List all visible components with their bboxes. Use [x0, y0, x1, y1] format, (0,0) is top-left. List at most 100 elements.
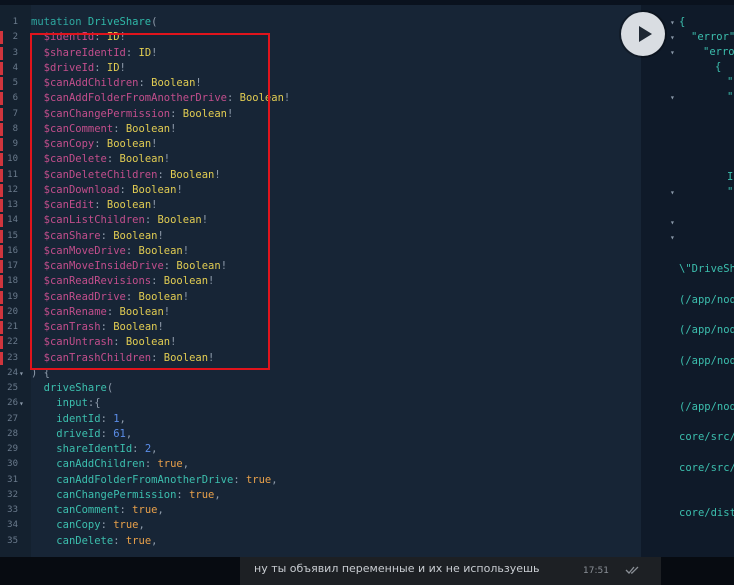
- code-line[interactable]: 31 canAddFolderFromAnotherDrive: true,: [0, 473, 641, 488]
- code-line[interactable]: 3 $shareIdentId: ID!: [0, 46, 641, 61]
- code-line[interactable]: 12 $canDownload: Boolean!: [0, 183, 641, 198]
- code-text: canCopy: true,: [31, 518, 145, 533]
- code-line[interactable]: 29 shareIdentId: 2,: [0, 442, 641, 457]
- code-line[interactable]: 10 $canDelete: Boolean!: [0, 152, 641, 167]
- code-line[interactable]: 2 $identId: ID!: [0, 30, 641, 45]
- code-line[interactable]: 19 $canReadDrive: Boolean!: [0, 290, 641, 305]
- code-line[interactable]: 11 $canDeleteChildren: Boolean!: [0, 168, 641, 183]
- code-token: ,: [125, 427, 133, 440]
- code-line[interactable]: 14 $canListChildren: Boolean!: [0, 213, 641, 228]
- code-line[interactable]: 27 identId: 1,: [0, 412, 641, 427]
- result-fold-icon[interactable]: ▾: [670, 215, 675, 230]
- code-line[interactable]: 15 $canShare: Boolean!: [0, 229, 641, 244]
- code-line[interactable]: 25 driveShare(: [0, 381, 641, 396]
- code-text: canChangePermission: true,: [31, 488, 220, 503]
- code-token: ID: [106, 61, 120, 74]
- code-text: canAddChildren: true,: [31, 457, 189, 472]
- results-panel[interactable]: ▾{▾ "error" ▾ "erro{" ▾ " I ▾ " ▾ ▾ \"DriveSh (/app/…: [641, 5, 734, 557]
- chat-message-bubble[interactable]: ну ты объявил переменные и их не использ…: [240, 557, 661, 585]
- line-number: 16: [7, 245, 18, 256]
- code-token: driveShare: [43, 382, 107, 394]
- result-text: {: [679, 16, 686, 28]
- code-token: Boolean: [163, 275, 209, 288]
- code-token: true: [189, 488, 215, 501]
- code-line[interactable]: 30 canAddChildren: true,: [0, 457, 641, 472]
- code-line[interactable]: 6 $canAddFolderFromAnotherDrive: Boolean…: [0, 91, 641, 106]
- result-fold-icon[interactable]: ▾: [670, 45, 675, 60]
- code-line[interactable]: 35 canDelete: true,: [0, 534, 641, 549]
- line-number: 27: [7, 413, 18, 424]
- code-line[interactable]: 13 $canEdit: Boolean!: [0, 198, 641, 213]
- result-text: core/dist: [679, 507, 734, 519]
- code-token: $canReadRevisions: [43, 275, 152, 288]
- code-token: !: [214, 168, 221, 181]
- line-number: 25: [7, 383, 18, 393]
- result-line: (/app/nod: [641, 293, 734, 308]
- result-fold-icon[interactable]: ▾: [670, 30, 675, 45]
- result-text: ": [727, 186, 734, 198]
- code-text: identId: 1,: [31, 412, 126, 427]
- run-query-button[interactable]: [621, 12, 665, 56]
- code-line[interactable]: 8 $canComment: Boolean!: [0, 122, 641, 137]
- code-line[interactable]: 17 $canMoveInsideDrive: Boolean!: [0, 259, 641, 274]
- code-token: mutation: [31, 16, 88, 28]
- line-number: 22: [7, 337, 18, 348]
- code-text: $driveId: ID!: [31, 61, 126, 76]
- code-line[interactable]: 4 $driveId: ID!: [0, 61, 641, 76]
- code-line[interactable]: 34 canCopy: true,: [0, 518, 641, 533]
- code-line[interactable]: 20 $canRename: Boolean!: [0, 305, 641, 320]
- code-token: (: [151, 16, 158, 28]
- code-token: (: [106, 382, 114, 394]
- code-line[interactable]: 33 canComment: true,: [0, 503, 641, 518]
- result-fold-icon[interactable]: ▾: [670, 90, 675, 105]
- code-token: :: [125, 244, 139, 257]
- code-line[interactable]: 23 $canTrashChildren: Boolean!: [0, 351, 641, 366]
- fold-toggle-icon[interactable]: ▾: [19, 396, 24, 411]
- code-token: true: [157, 458, 183, 471]
- double-check-icon: [625, 566, 639, 574]
- code-text: $canCopy: Boolean!: [31, 137, 158, 152]
- code-line[interactable]: 1 mutation DriveShare(: [0, 15, 641, 30]
- code-line[interactable]: 32 canChangePermission: true,: [0, 488, 641, 503]
- result-line: ▾: [641, 230, 734, 245]
- code-token: !: [201, 214, 209, 227]
- code-token: $driveId: [43, 61, 95, 74]
- code-token: :: [94, 61, 107, 74]
- code-token: ,: [151, 443, 158, 455]
- line-number: 20: [7, 306, 18, 317]
- result-fold-icon[interactable]: ▾: [670, 15, 675, 30]
- code-token: input: [56, 397, 88, 410]
- code-token: $identId: [43, 31, 95, 44]
- code-token: :: [157, 168, 171, 181]
- chat-message-text: ну ты объявил переменные и их не использ…: [254, 562, 540, 575]
- code-line[interactable]: 7 $canChangePermission: Boolean!: [0, 107, 641, 122]
- code-token: ,: [138, 519, 145, 532]
- code-line[interactable]: 16 $canMoveDrive: Boolean!: [0, 244, 641, 259]
- result-fold-icon[interactable]: ▾: [670, 185, 675, 200]
- result-text: "erro: [703, 46, 734, 58]
- code-line[interactable]: 26 ▾ input:{: [0, 396, 641, 411]
- line-number: 17: [7, 261, 18, 271]
- code-line[interactable]: 22 $canUntrash: Boolean!: [0, 335, 641, 350]
- query-editor[interactable]: 1 mutation DriveShare(2 $identId: ID! 3 $s…: [0, 5, 641, 557]
- code-line[interactable]: 18 $canReadRevisions: Boolean!: [0, 274, 641, 289]
- code-line[interactable]: 5 $canAddChildren: Boolean!: [0, 76, 641, 91]
- code-token: !: [182, 244, 190, 257]
- code-line[interactable]: 28 driveId: 61,: [0, 427, 641, 442]
- line-number: 18: [7, 276, 18, 287]
- code-token: :: [144, 458, 158, 471]
- result-fold-icon[interactable]: ▾: [670, 230, 675, 245]
- code-line[interactable]: 21 $canTrash: Boolean!: [0, 320, 641, 335]
- code-line[interactable]: 9 $canCopy: Boolean!: [0, 137, 641, 152]
- fold-toggle-icon[interactable]: ▾: [19, 366, 24, 381]
- code-line[interactable]: 24 ▾) {: [0, 366, 641, 381]
- result-line: \"DriveSh: [641, 262, 734, 277]
